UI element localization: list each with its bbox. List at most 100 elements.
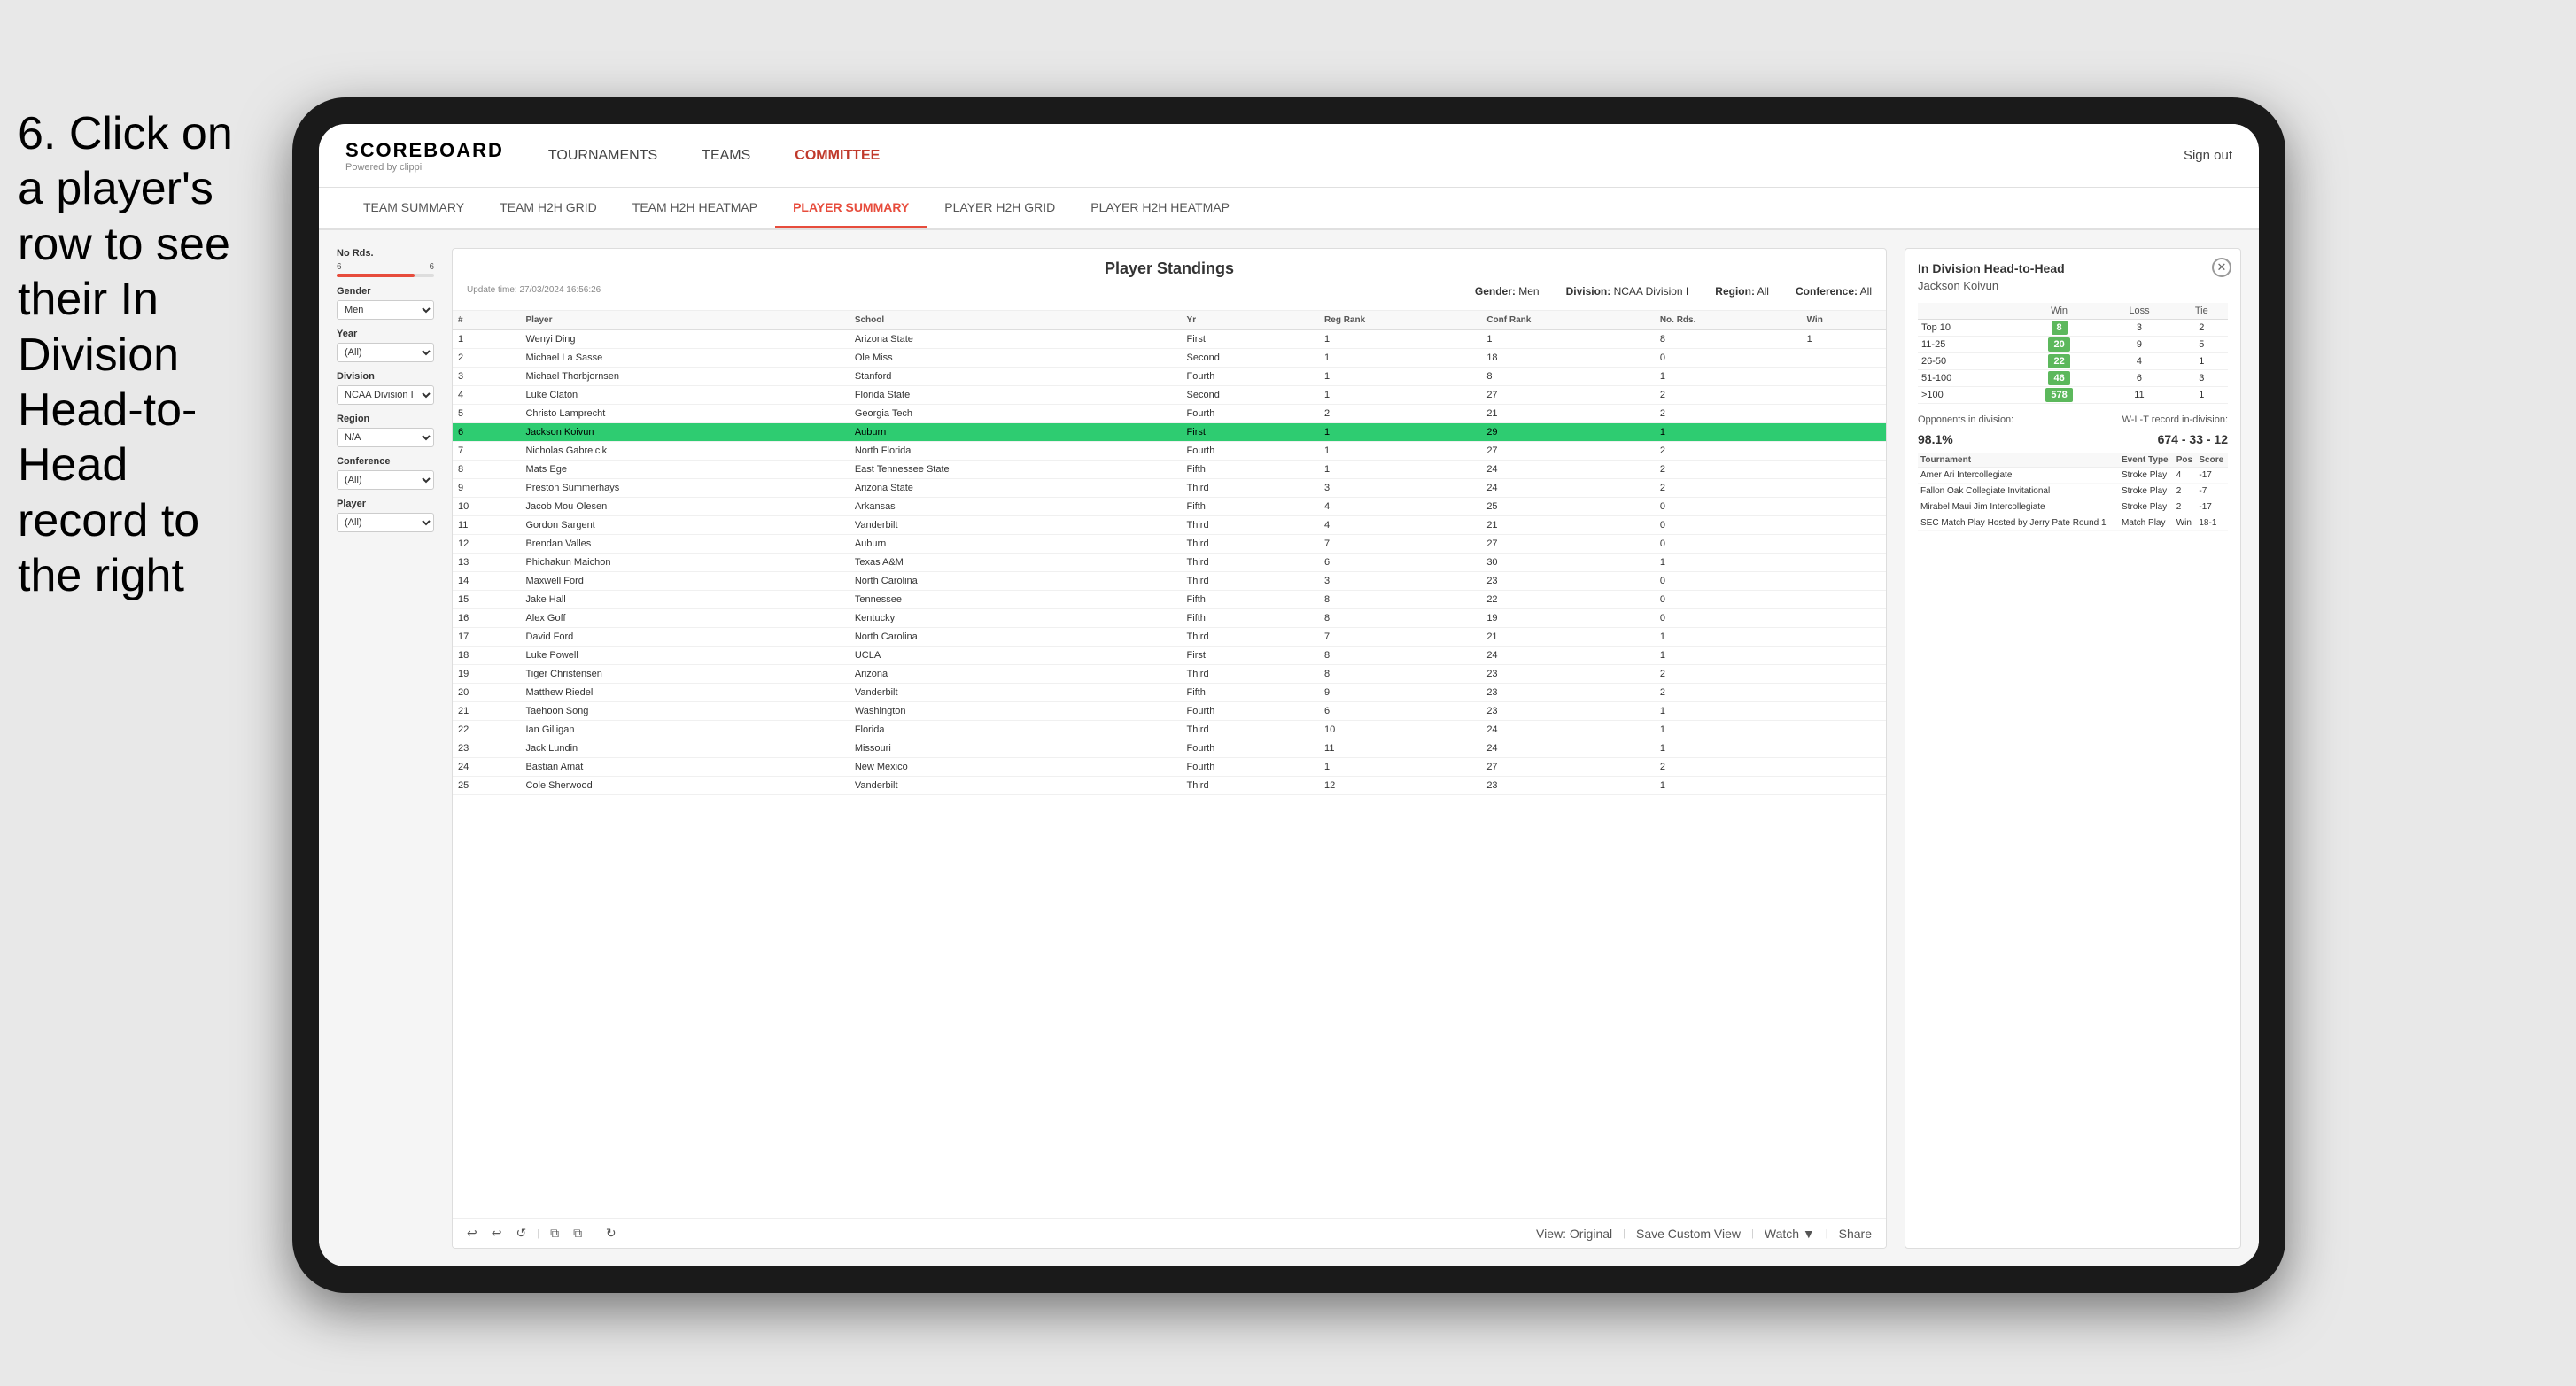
h2h-close-button[interactable]: ✕ [2212, 258, 2231, 277]
conference-select[interactable]: (All) [337, 470, 434, 490]
table-row[interactable]: 15 Jake Hall Tennessee Fifth 8 22 0 [453, 591, 1886, 609]
cell-rds: 0 [1655, 498, 1802, 516]
table-row[interactable]: 5 Christo Lamprecht Georgia Tech Fourth … [453, 405, 1886, 423]
table-row[interactable]: 24 Bastian Amat New Mexico Fourth 1 27 2 [453, 758, 1886, 777]
cell-win: 1 [1802, 330, 1886, 349]
cell-yr: Second [1182, 349, 1320, 368]
h2h-rank: >100 [1918, 387, 2015, 404]
cell-win [1802, 739, 1886, 758]
nav-item-tournaments[interactable]: TOURNAMENTS [548, 143, 657, 168]
table-row[interactable]: 1 Wenyi Ding Arizona State First 1 1 8 1 [453, 330, 1886, 349]
cell-rds: 2 [1655, 479, 1802, 498]
year-select[interactable]: (All) [337, 343, 434, 362]
cell-yr: Third [1182, 628, 1320, 647]
cell-yr: Third [1182, 721, 1320, 739]
player-select[interactable]: (All) [337, 513, 434, 532]
table-row[interactable]: 7 Nicholas Gabrelcik North Florida Fourt… [453, 442, 1886, 461]
cell-reg: 1 [1319, 442, 1481, 461]
table-row[interactable]: 12 Brendan Valles Auburn Third 7 27 0 [453, 535, 1886, 554]
reset-button[interactable]: ↺ [512, 1224, 530, 1243]
cell-player: Christo Lamprecht [520, 405, 849, 423]
copy-button[interactable]: ⧉ [547, 1224, 563, 1243]
table-row[interactable]: 22 Ian Gilligan Florida Third 10 24 1 [453, 721, 1886, 739]
table-row[interactable]: 13 Phichakun Maichon Texas A&M Third 6 3… [453, 554, 1886, 572]
table-row[interactable]: 21 Taehoon Song Washington Fourth 6 23 1 [453, 702, 1886, 721]
table-row[interactable]: 11 Gordon Sargent Vanderbilt Third 4 21 … [453, 516, 1886, 535]
undo-button[interactable]: ↩ [463, 1224, 481, 1243]
refresh-button[interactable]: ↻ [602, 1224, 620, 1243]
view-original-button[interactable]: View: Original [1532, 1225, 1616, 1243]
cell-win [1802, 349, 1886, 368]
tournament-table: Tournament Event Type Pos Score Amer Ari… [1918, 453, 2228, 531]
cell-reg: 3 [1319, 572, 1481, 591]
cell-conf: 21 [1481, 405, 1655, 423]
sub-nav-player-summary[interactable]: PLAYER SUMMARY [775, 188, 927, 228]
tournament-row: SEC Match Play Hosted by Jerry Pate Roun… [1918, 515, 2228, 531]
sign-out-button[interactable]: Sign out [2184, 148, 2232, 163]
cell-player: Wenyi Ding [520, 330, 849, 349]
cell-yr: Fifth [1182, 461, 1320, 479]
region-select[interactable]: N/A [337, 428, 434, 447]
division-select[interactable]: NCAA Division I [337, 385, 434, 405]
cell-yr: Fifth [1182, 498, 1320, 516]
cell-num: 18 [453, 647, 520, 665]
conference-filter-label: Conference [337, 456, 434, 467]
table-row[interactable]: 8 Mats Ege East Tennessee State Fifth 1 … [453, 461, 1886, 479]
cell-yr: Fifth [1182, 609, 1320, 628]
cell-rds: 1 [1655, 702, 1802, 721]
table-row[interactable]: 9 Preston Summerhays Arizona State Third… [453, 479, 1886, 498]
cell-num: 13 [453, 554, 520, 572]
sub-nav-player-h2h-grid[interactable]: PLAYER H2H GRID [927, 188, 1073, 228]
sub-nav-team-h2h-grid[interactable]: TEAM H2H GRID [482, 188, 615, 228]
cell-reg: 1 [1319, 330, 1481, 349]
cell-reg: 6 [1319, 702, 1481, 721]
cell-num: 19 [453, 665, 520, 684]
cell-rds: 8 [1655, 330, 1802, 349]
redo-button[interactable]: ↩ [488, 1224, 506, 1243]
sub-nav-team-h2h-heatmap[interactable]: TEAM H2H HEATMAP [615, 188, 775, 228]
watch-button[interactable]: Watch ▼ [1761, 1225, 1819, 1243]
cell-yr: Fourth [1182, 442, 1320, 461]
table-row[interactable]: 17 David Ford North Carolina Third 7 21 … [453, 628, 1886, 647]
share-button[interactable]: Share [1835, 1225, 1875, 1243]
paste-button[interactable]: ⧉ [570, 1224, 586, 1243]
table-row[interactable]: 18 Luke Powell UCLA First 8 24 1 [453, 647, 1886, 665]
cell-conf: 27 [1481, 442, 1655, 461]
cell-player: Michael Thorbjornsen [520, 368, 849, 386]
slider-fill [337, 274, 415, 277]
cell-win [1802, 572, 1886, 591]
cell-reg: 1 [1319, 386, 1481, 405]
table-row[interactable]: 19 Tiger Christensen Arizona Third 8 23 … [453, 665, 1886, 684]
nav-item-committee[interactable]: COMMITTEE [795, 143, 880, 168]
table-row[interactable]: 16 Alex Goff Kentucky Fifth 8 19 0 [453, 609, 1886, 628]
table-row[interactable]: 2 Michael La Sasse Ole Miss Second 1 18 … [453, 349, 1886, 368]
col-no-rds: No. Rds. [1655, 311, 1802, 330]
save-custom-button[interactable]: Save Custom View [1633, 1225, 1744, 1243]
cell-yr: Third [1182, 535, 1320, 554]
table-row[interactable]: 25 Cole Sherwood Vanderbilt Third 12 23 … [453, 777, 1886, 795]
h2h-tie: 2 [2176, 320, 2228, 337]
table-row[interactable]: 23 Jack Lundin Missouri Fourth 11 24 1 [453, 739, 1886, 758]
table-row[interactable]: 6 Jackson Koivun Auburn First 1 29 1 [453, 423, 1886, 442]
col-school: School [850, 311, 1182, 330]
nav-item-teams[interactable]: TEAMS [702, 143, 750, 168]
cell-school: UCLA [850, 647, 1182, 665]
no-rds-slider[interactable]: 6 6 [337, 262, 434, 277]
table-row[interactable]: 4 Luke Claton Florida State Second 1 27 … [453, 386, 1886, 405]
sub-nav-player-h2h-heatmap[interactable]: PLAYER H2H HEATMAP [1073, 188, 1247, 228]
table-row[interactable]: 14 Maxwell Ford North Carolina Third 3 2… [453, 572, 1886, 591]
cell-yr: Fourth [1182, 758, 1320, 777]
table-row[interactable]: 10 Jacob Mou Olesen Arkansas Fifth 4 25 … [453, 498, 1886, 516]
sub-nav-team-summary[interactable]: TEAM SUMMARY [345, 188, 482, 228]
cell-conf: 27 [1481, 758, 1655, 777]
table-row[interactable]: 3 Michael Thorbjornsen Stanford Fourth 1… [453, 368, 1886, 386]
gender-select[interactable]: Men [337, 300, 434, 320]
cell-num: 12 [453, 535, 520, 554]
logo-area: SCOREBOARD Powered by clippi [345, 139, 504, 173]
table-row[interactable]: 20 Matthew Riedel Vanderbilt Fifth 9 23 … [453, 684, 1886, 702]
cell-reg: 8 [1319, 665, 1481, 684]
h2h-win: 20 [2015, 337, 2104, 353]
cell-rds: 1 [1655, 368, 1802, 386]
cell-num: 9 [453, 479, 520, 498]
cell-yr: Fourth [1182, 702, 1320, 721]
